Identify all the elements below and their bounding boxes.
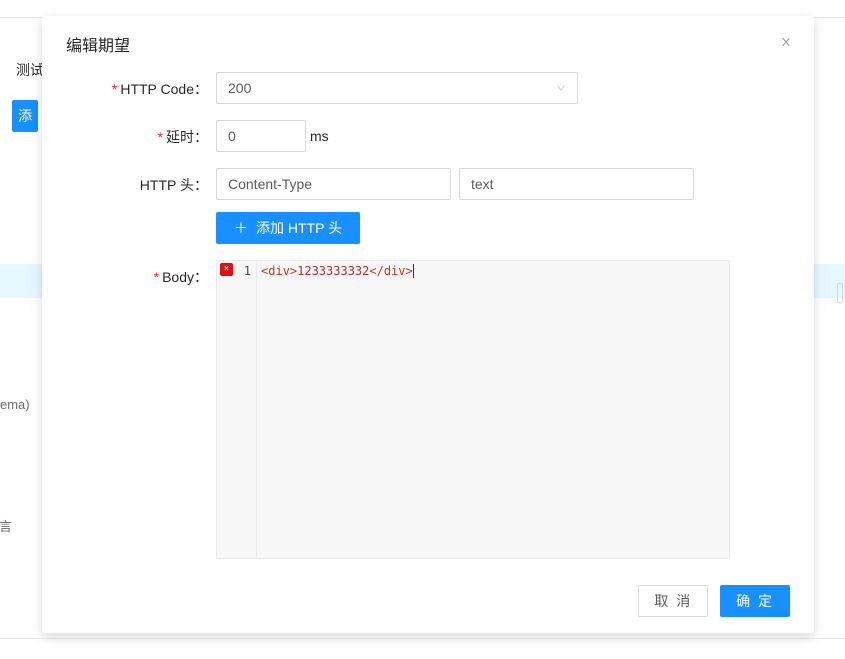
edit-expectation-modal: 编辑期望 *HTTP Code： 200 *延时： xyxy=(42,16,814,633)
plus-icon: ＋ xyxy=(234,221,248,235)
code-text: 1233333332 xyxy=(297,264,369,278)
field-body: *Body： × 1 <div>1233333332</div> xyxy=(66,260,790,559)
bg-snippet-1: ema) xyxy=(0,397,30,412)
modal-footer: 取 消 确 定 xyxy=(42,571,814,633)
cancel-button[interactable]: 取 消 xyxy=(638,585,708,617)
close-icon[interactable] xyxy=(774,30,798,54)
label-delay: *延时： xyxy=(66,120,216,147)
label-http-header: HTTP 头： xyxy=(66,168,216,195)
editor-gutter: × 1 xyxy=(217,261,257,558)
bg-add-button[interactable]: 添 xyxy=(12,100,38,132)
chevron-down-icon xyxy=(556,83,566,93)
field-delay: *延时： ms xyxy=(66,120,790,152)
error-marker-icon: × xyxy=(220,263,233,276)
code-close-tag: </div> xyxy=(369,264,412,278)
delay-input[interactable] xyxy=(216,120,306,152)
modal-header: 编辑期望 xyxy=(42,16,814,72)
code-open-tag: <div> xyxy=(261,264,297,278)
http-header-value-input[interactable] xyxy=(459,168,694,200)
modal-body: *HTTP Code： 200 *延时： ms xyxy=(42,72,814,571)
http-code-value: 200 xyxy=(228,80,251,96)
bg-snippet-2: 言 xyxy=(0,516,12,535)
delay-unit: ms xyxy=(306,128,329,144)
ok-button[interactable]: 确 定 xyxy=(720,585,790,617)
add-http-header-label: 添加 HTTP 头 xyxy=(256,218,342,238)
modal-title: 编辑期望 xyxy=(66,32,790,56)
editor-content[interactable]: <div>1233333332</div> xyxy=(257,261,729,558)
http-code-select[interactable]: 200 xyxy=(216,72,578,104)
bg-divider xyxy=(0,638,845,639)
http-header-key-input[interactable] xyxy=(216,168,451,200)
field-http-header: HTTP 头： ＋ 添加 HTTP 头 xyxy=(66,168,790,244)
editor-cursor xyxy=(413,264,414,278)
label-http-code: *HTTP Code： xyxy=(66,72,216,99)
add-http-header-button[interactable]: ＋ 添加 HTTP 头 xyxy=(216,212,360,244)
required-marker: * xyxy=(154,269,159,285)
field-http-code: *HTTP Code： 200 xyxy=(66,72,790,104)
required-marker: * xyxy=(158,129,163,145)
bg-side-control xyxy=(837,283,843,303)
label-body: *Body： xyxy=(66,260,216,287)
body-code-editor[interactable]: × 1 <div>1233333332</div> xyxy=(216,260,730,559)
bg-page-title: 测试 xyxy=(16,60,44,80)
required-marker: * xyxy=(112,81,117,97)
